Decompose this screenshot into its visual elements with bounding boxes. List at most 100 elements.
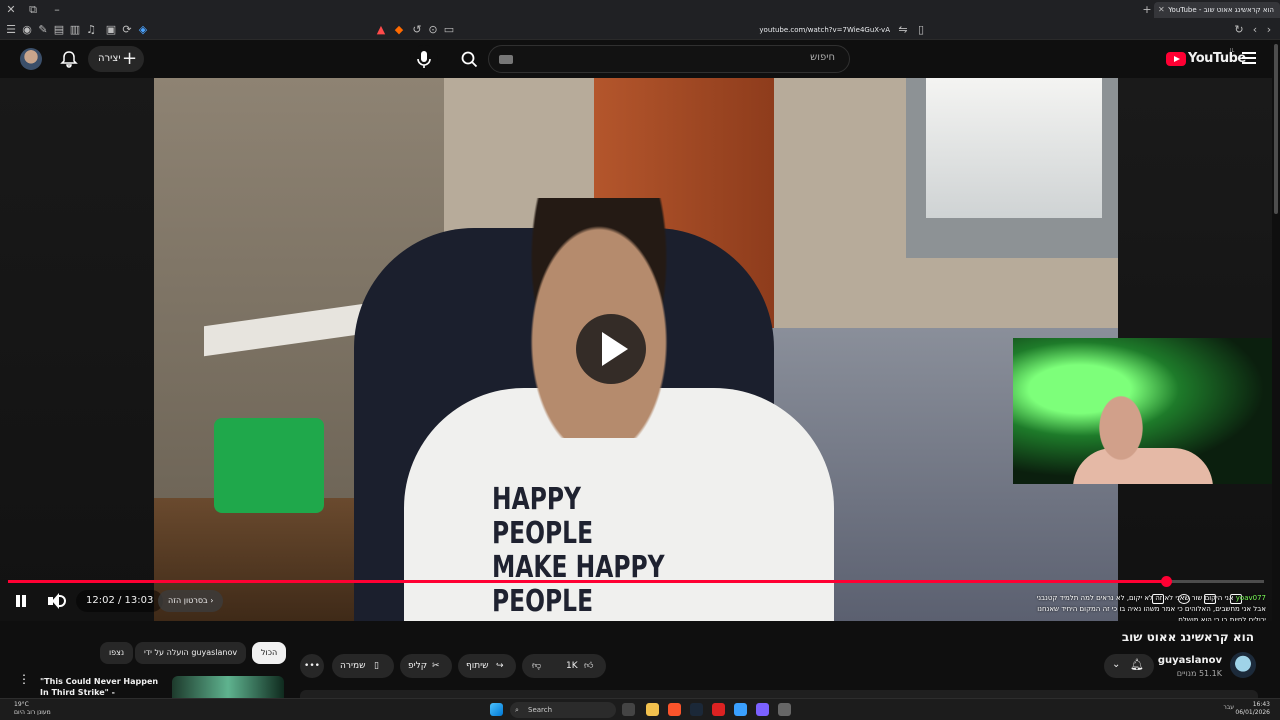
brave-icon[interactable]: ◆ — [392, 23, 406, 37]
chevron-down-icon: ⌄ — [1112, 659, 1121, 670]
restore-window-icon[interactable]: ⧉ — [26, 3, 40, 17]
save-label: שמירה — [340, 661, 366, 671]
undo-icon[interactable]: ↺ — [410, 23, 424, 37]
chat-message: אני היקום שור שאני לא זה לא יקום, לא נרא… — [1036, 594, 1266, 621]
youtube-logo[interactable]: YouTube IL — [1166, 48, 1246, 68]
file-explorer-icon[interactable] — [646, 703, 659, 716]
microphone-icon — [417, 51, 431, 68]
weather-temp: 19°C — [14, 701, 29, 708]
channel-name[interactable]: guyaslanov — [1158, 655, 1222, 666]
dislike-icon[interactable]: 👎︎ — [532, 654, 541, 678]
screenshot-icon[interactable]: ▣ — [104, 23, 118, 37]
chip-uploaded-by[interactable]: הועלה על ידי guyaslanov — [135, 642, 247, 664]
search-input[interactable]: חיפוש — [488, 45, 850, 73]
like-count[interactable]: 1K — [566, 654, 578, 678]
rec-menu-icon[interactable]: ⋮ — [18, 673, 30, 685]
music-icon[interactable]: ♫ — [84, 23, 98, 37]
warning-icon[interactable]: ▲ — [374, 23, 388, 37]
minimize-window-icon[interactable]: – — [50, 3, 64, 17]
time-display: 12:02 / 13:03 — [76, 590, 164, 612]
back-icon[interactable]: ‹ — [1248, 23, 1262, 37]
chat-overlay: yoav077 אני היקום שור שאני לא זה לא יקום… — [1030, 593, 1266, 621]
logo-region: IL — [1230, 48, 1235, 54]
audio-icon[interactable]: ◈ — [136, 23, 150, 37]
share-label: שיתוף — [466, 661, 489, 671]
chip-watched[interactable]: נצפו — [100, 642, 134, 664]
video-player[interactable]: HAPPY PEOPLE MAKE HAPPY PEOPLE 12:02 / 1… — [0, 78, 1272, 621]
search-icon — [461, 51, 478, 68]
subscription-button[interactable]: ⌄ 🔔︎ — [1104, 654, 1154, 678]
chevron-right-icon: › — [210, 596, 214, 605]
browser-toolbar: ☰ ◉ ✎ ▤ ▥ ♫ ▣ ⟳ ◈ ▲ ◆ ↺ ⊙ ▭ youtube.com/… — [0, 20, 1280, 40]
sidebar-icon[interactable]: ▥ — [68, 23, 82, 37]
create-button[interactable]: יצירה + — [88, 46, 144, 72]
clock-date: 06/01/2026 — [1235, 709, 1270, 716]
tabs-icon[interactable]: ▤ — [52, 23, 66, 37]
volume-button[interactable] — [46, 588, 66, 614]
shirt-print: HAPPY PEOPLE MAKE HAPPY PEOPLE — [492, 483, 671, 619]
bell-icon: 🔔︎ — [1130, 658, 1144, 671]
reader-icon[interactable]: ⊙ — [426, 23, 440, 37]
scrubber-knob[interactable] — [1161, 576, 1173, 587]
more-icon: ••• — [304, 661, 320, 671]
save-button[interactable]: שמירה ▯ — [332, 654, 394, 678]
page-scrollbar[interactable] — [1272, 40, 1280, 698]
translate-icon[interactable]: ⇋ — [896, 23, 910, 37]
keyboard-icon[interactable] — [499, 55, 513, 64]
shirt-line-1: HAPPY PEOPLE — [492, 482, 594, 551]
bookmark-save-icon: ▯ — [374, 661, 379, 671]
extension-icon[interactable]: ⟳ — [120, 23, 134, 37]
rec-thumbnail[interactable] — [172, 676, 284, 698]
brave-taskbar-icon[interactable] — [668, 703, 681, 716]
app-icon-3[interactable] — [756, 703, 769, 716]
clip-button[interactable]: קליפ ✂ — [400, 654, 452, 678]
like-icon[interactable]: 👍︎ — [584, 654, 593, 678]
address-bar[interactable]: youtube.com/watch?v=7Wie4GuX-vA — [650, 23, 890, 37]
search-button[interactable] — [450, 45, 490, 73]
page-icon[interactable]: ▭ — [442, 23, 456, 37]
like-dislike-group: 👎︎ 1K 👍︎ — [522, 654, 606, 678]
progress-bar[interactable] — [8, 576, 1264, 587]
pen-icon[interactable]: ✎ — [36, 23, 50, 37]
weather-widget[interactable]: 19°C מעונן רוב היום — [14, 701, 51, 717]
share-icon: ↪ — [496, 661, 504, 671]
close-window-icon[interactable]: ✕ — [4, 3, 18, 17]
taskbar-search-icon: ⌕ — [515, 706, 519, 714]
task-view-icon[interactable] — [622, 703, 635, 716]
guide-menu-icon[interactable] — [1242, 52, 1256, 64]
channel-avatar[interactable] — [1230, 652, 1256, 678]
youtube-play-icon — [1166, 52, 1186, 66]
reload-icon[interactable]: ↻ — [1232, 23, 1246, 37]
taskbar-search[interactable]: ⌕ Search — [510, 702, 616, 718]
browser-tab[interactable]: ✕ הוא קראשינג אאוט שוב - YouTube — [1154, 2, 1280, 18]
notifications-icon[interactable] — [60, 50, 78, 68]
app-icon-2[interactable] — [734, 703, 747, 716]
subscriber-count: 51.1K מנויים — [1176, 669, 1222, 678]
large-play-button[interactable] — [576, 314, 646, 384]
share-button[interactable]: שיתוף ↪ — [458, 654, 516, 678]
settings-taskbar-icon[interactable] — [778, 703, 791, 716]
more-actions-button[interactable]: ••• — [300, 654, 324, 678]
steam-icon[interactable] — [690, 703, 703, 716]
pause-button[interactable] — [12, 588, 30, 614]
search-placeholder: חיפוש — [810, 52, 835, 63]
voice-search-button[interactable] — [410, 45, 438, 73]
new-tab-icon[interactable]: + — [1140, 3, 1154, 17]
scrollbar-thumb[interactable] — [1274, 44, 1278, 214]
close-tab-icon[interactable]: ✕ — [1158, 2, 1165, 18]
bookmark-icon[interactable]: ▯ — [914, 23, 928, 37]
language-indicator[interactable]: עבר — [1223, 704, 1234, 711]
chip-all[interactable]: הכול — [252, 642, 287, 664]
chapter-button[interactable]: בסרטון הזה › — [158, 590, 224, 612]
menu-icon[interactable]: ☰ — [4, 23, 18, 37]
account-avatar[interactable] — [20, 48, 42, 70]
progress-fill — [8, 580, 1167, 583]
app-icon[interactable] — [712, 703, 725, 716]
forward-icon[interactable]: › — [1262, 23, 1276, 37]
taskbar-search-label: Search — [528, 706, 553, 714]
clock-time: 16:43 — [1252, 701, 1270, 708]
start-icon[interactable] — [490, 703, 503, 716]
shield-icon[interactable]: ◉ — [20, 23, 34, 37]
clock[interactable]: 16:43 06/01/2026 — [1235, 701, 1270, 717]
create-label: יצירה — [98, 53, 121, 64]
